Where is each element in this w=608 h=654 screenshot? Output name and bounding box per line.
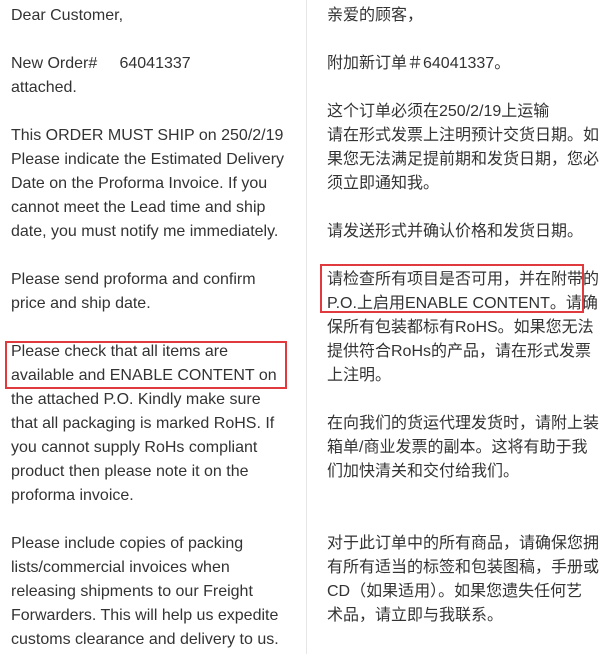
text-line: you cannot supply RoHs compliant	[11, 439, 258, 456]
text-line: 提供符合RoHs的产品，请在形式发票	[327, 343, 592, 360]
chinese-message: 亲爱的顾客， 附加新订单＃64041337。这个订单必须在250/2/19上运输请…	[327, 4, 605, 628]
text-line: lists/commercial invoices when	[11, 559, 230, 576]
text-line: 有所有适当的标签和包装图稿，手册或	[327, 559, 600, 576]
text-line: product then please note it on the	[11, 463, 249, 480]
text-line: attached.	[11, 79, 77, 96]
highlight-box-english	[5, 341, 287, 389]
text-line: price and ship date.	[11, 295, 151, 312]
text-line: 箱单/商业发票的副本。这将有助于我	[327, 439, 588, 456]
text-line: that all packaging is marked RoHS. If	[11, 415, 275, 432]
highlight-box-chinese	[320, 264, 584, 313]
english-message: Dear Customer, New Order# 64041337 attache…	[11, 4, 303, 652]
text-line: 附加新订单＃64041337。	[327, 55, 511, 72]
text-line: 须立即通知我。	[327, 175, 440, 192]
text-line: date, you must notify me immediately.	[11, 223, 279, 240]
text-line: 在向我们的货运代理发货时，请附上装	[327, 415, 600, 432]
text-line: CD（如果适用）。如果您遗失任何艺	[327, 583, 583, 600]
text-line: Date on the Proforma Invoice. If you	[11, 175, 268, 192]
text-line: Forwarders. This will help us expedite	[11, 607, 279, 624]
text-line: 对于此订单中的所有商品，请确保您拥	[327, 535, 600, 552]
text-line: releasing shipments to our Freight	[11, 583, 253, 600]
text-line: cannot meet the Lead time and ship	[11, 199, 266, 216]
text-line: proforma invoice.	[11, 487, 134, 504]
text-line: 术品，请立即与我联系。	[327, 607, 504, 624]
text-line: This ORDER MUST SHIP on 250/2/19	[11, 127, 284, 144]
text-line: 这个订单必须在250/2/19上运输	[327, 103, 550, 120]
text-line: Please include copies of packing	[11, 535, 244, 552]
text-line: 们加快清关和交付给我们。	[327, 463, 520, 480]
text-line: New Order# 64041337	[11, 55, 191, 72]
text-line: Dear Customer,	[11, 7, 124, 24]
text-line: 上注明。	[327, 367, 392, 384]
column-divider	[306, 0, 307, 654]
text-line: Please indicate the Estimated Delivery	[11, 151, 285, 168]
text-line: the attached P.O. Kindly make sure	[11, 391, 261, 408]
text-line: 请在形式发票上注明预计交货日期。如	[327, 127, 600, 144]
text-line: 请发送形式并确认价格和发货日期。	[327, 223, 584, 240]
text-line: customs clearance and delivery to us.	[11, 631, 279, 648]
text-line: 果您无法满足提前期和发货日期，您必	[327, 151, 600, 168]
text-line: 亲爱的顾客，	[327, 7, 424, 24]
text-line: Please send proforma and confirm	[11, 271, 256, 288]
text-line: 保所有包装都标有RoHS。如果您无法	[327, 319, 594, 336]
